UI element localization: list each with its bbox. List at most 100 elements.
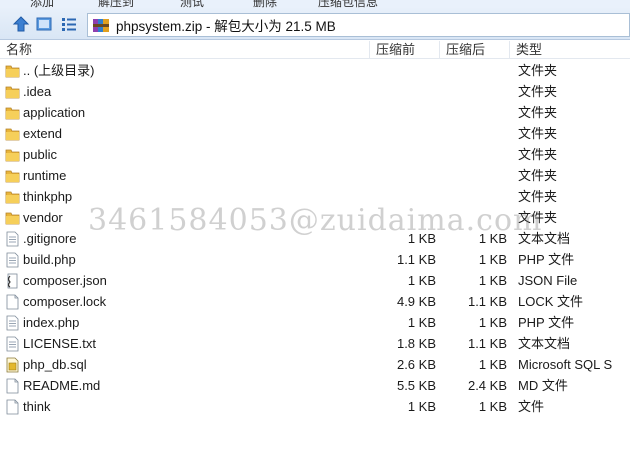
file-name: runtime: [23, 168, 67, 183]
toolbar-add-label[interactable]: 添加: [30, 0, 54, 8]
file-size: 2.4 KB: [467, 378, 507, 393]
column-name[interactable]: 名称: [0, 41, 370, 59]
file-row[interactable]: extend 文件夹: [0, 123, 630, 144]
file-packed-size: 1 KB: [407, 273, 436, 288]
file-row[interactable]: LICENSE.txt 1.8 KB 1.1 KB 文本文档: [0, 333, 630, 354]
column-packed-size[interactable]: 压缩前: [370, 41, 440, 59]
file-name: .gitignore: [23, 231, 77, 246]
file-size: 1 KB: [478, 252, 507, 267]
file-row[interactable]: think 1 KB 1 KB 文件: [0, 396, 630, 417]
file-packed-size: 5.5 KB: [396, 378, 436, 393]
file-name: extend: [23, 126, 63, 141]
toolbar-test-label[interactable]: 测试: [180, 0, 204, 8]
column-type[interactable]: 类型: [510, 41, 630, 59]
large-icons-view-button[interactable]: [33, 13, 55, 35]
text-file-icon: [5, 336, 20, 352]
blank-file-icon: [5, 294, 20, 310]
folder-icon: [5, 63, 20, 79]
file-name: php_db.sql: [23, 357, 87, 372]
file-name: composer.lock: [23, 294, 107, 309]
file-type: 文件夹: [518, 189, 558, 204]
file-packed-size: 1 KB: [407, 315, 436, 330]
folder-icon: [5, 168, 20, 184]
folder-icon: [5, 105, 20, 121]
folder-icon: [5, 189, 20, 205]
file-type: 文件夹: [518, 126, 558, 141]
file-packed-size: 4.9 KB: [396, 294, 436, 309]
file-type: 文本文档: [518, 336, 571, 351]
file-row[interactable]: php_db.sql 2.6 KB 1 KB Microsoft SQL S: [0, 354, 630, 375]
list-view-icon: [62, 18, 76, 31]
file-size: 1.1 KB: [467, 336, 507, 351]
folder-icon: [5, 126, 20, 142]
file-type: Microsoft SQL S: [518, 357, 613, 372]
large-icons-icon: [36, 17, 52, 31]
up-arrow-icon: [12, 16, 30, 32]
file-row[interactable]: thinkphp 文件夹: [0, 186, 630, 207]
file-name: thinkphp: [23, 189, 73, 204]
file-type: MD 文件: [518, 378, 568, 393]
address-row: phpsystem.zip - 解包大小为 21.5 MB: [0, 8, 630, 40]
toolbar-extract-label[interactable]: 解压到: [98, 0, 134, 8]
file-name: application: [23, 105, 86, 120]
file-type: PHP 文件: [518, 252, 575, 267]
up-folder-button[interactable]: [10, 13, 32, 35]
column-header: 名称 压缩前 压缩后 类型: [0, 40, 630, 59]
file-row[interactable]: runtime 文件夹: [0, 165, 630, 186]
file-packed-size: 1 KB: [407, 399, 436, 414]
json-file-icon: [5, 273, 20, 289]
file-size: 1 KB: [478, 357, 507, 372]
address-bar[interactable]: phpsystem.zip - 解包大小为 21.5 MB: [87, 13, 630, 37]
details-view-button[interactable]: [58, 13, 80, 35]
file-type: JSON File: [518, 273, 578, 288]
file-name: .. (上级目录): [23, 63, 95, 78]
file-size: 1.1 KB: [467, 294, 507, 309]
toolbar-info-label[interactable]: 压缩包信息: [318, 0, 378, 8]
file-type: LOCK 文件: [518, 294, 584, 309]
file-row[interactable]: composer.json 1 KB 1 KB JSON File: [0, 270, 630, 291]
text-file-icon: [5, 231, 20, 247]
file-size: 1 KB: [478, 315, 507, 330]
file-row[interactable]: application 文件夹: [0, 102, 630, 123]
php-file-icon: [5, 315, 20, 331]
file-name: think: [23, 399, 51, 414]
file-name: public: [23, 147, 57, 162]
zip-archive-icon: [93, 19, 109, 32]
file-name: index.php: [23, 315, 80, 330]
file-type: PHP 文件: [518, 315, 575, 330]
file-name: composer.json: [23, 273, 107, 288]
file-packed-size: 1 KB: [407, 231, 436, 246]
file-row[interactable]: .gitignore 1 KB 1 KB 文本文档: [0, 228, 630, 249]
file-packed-size: 1.8 KB: [396, 336, 436, 351]
file-row[interactable]: index.php 1 KB 1 KB PHP 文件: [0, 312, 630, 333]
folder-icon: [5, 84, 20, 100]
blank-file-icon: [5, 378, 20, 394]
file-type: 文件夹: [518, 105, 558, 120]
file-row[interactable]: composer.lock 4.9 KB 1.1 KB LOCK 文件: [0, 291, 630, 312]
file-type: 文件夹: [518, 84, 558, 99]
file-packed-size: 1.1 KB: [396, 252, 436, 267]
file-row[interactable]: build.php 1.1 KB 1 KB PHP 文件: [0, 249, 630, 270]
file-name: .idea: [23, 84, 52, 99]
php-file-icon: [5, 252, 20, 268]
file-name: LICENSE.txt: [23, 336, 96, 351]
file-size: 1 KB: [478, 273, 507, 288]
file-name: README.md: [23, 378, 101, 393]
file-type: 文件夹: [518, 168, 558, 183]
file-list: .. (上级目录) 文件夹 .idea 文件夹 application 文件夹 extend…: [0, 60, 630, 417]
file-type: 文本文档: [518, 231, 571, 246]
file-row[interactable]: README.md 5.5 KB 2.4 KB MD 文件: [0, 375, 630, 396]
toolbar-delete-label[interactable]: 删除: [253, 0, 277, 8]
file-row[interactable]: .idea 文件夹: [0, 81, 630, 102]
file-name: vendor: [23, 210, 63, 225]
file-row[interactable]: public 文件夹: [0, 144, 630, 165]
folder-icon: [5, 147, 20, 163]
archive-path-text: phpsystem.zip - 解包大小为 21.5 MB: [116, 19, 336, 34]
column-size[interactable]: 压缩后: [440, 41, 510, 59]
file-packed-size: 2.6 KB: [396, 357, 436, 372]
file-row[interactable]: vendor 文件夹: [0, 207, 630, 228]
file-row[interactable]: .. (上级目录) 文件夹: [0, 60, 630, 81]
file-name: build.php: [23, 252, 76, 267]
file-type: 文件: [518, 399, 545, 414]
folder-icon: [5, 210, 20, 226]
